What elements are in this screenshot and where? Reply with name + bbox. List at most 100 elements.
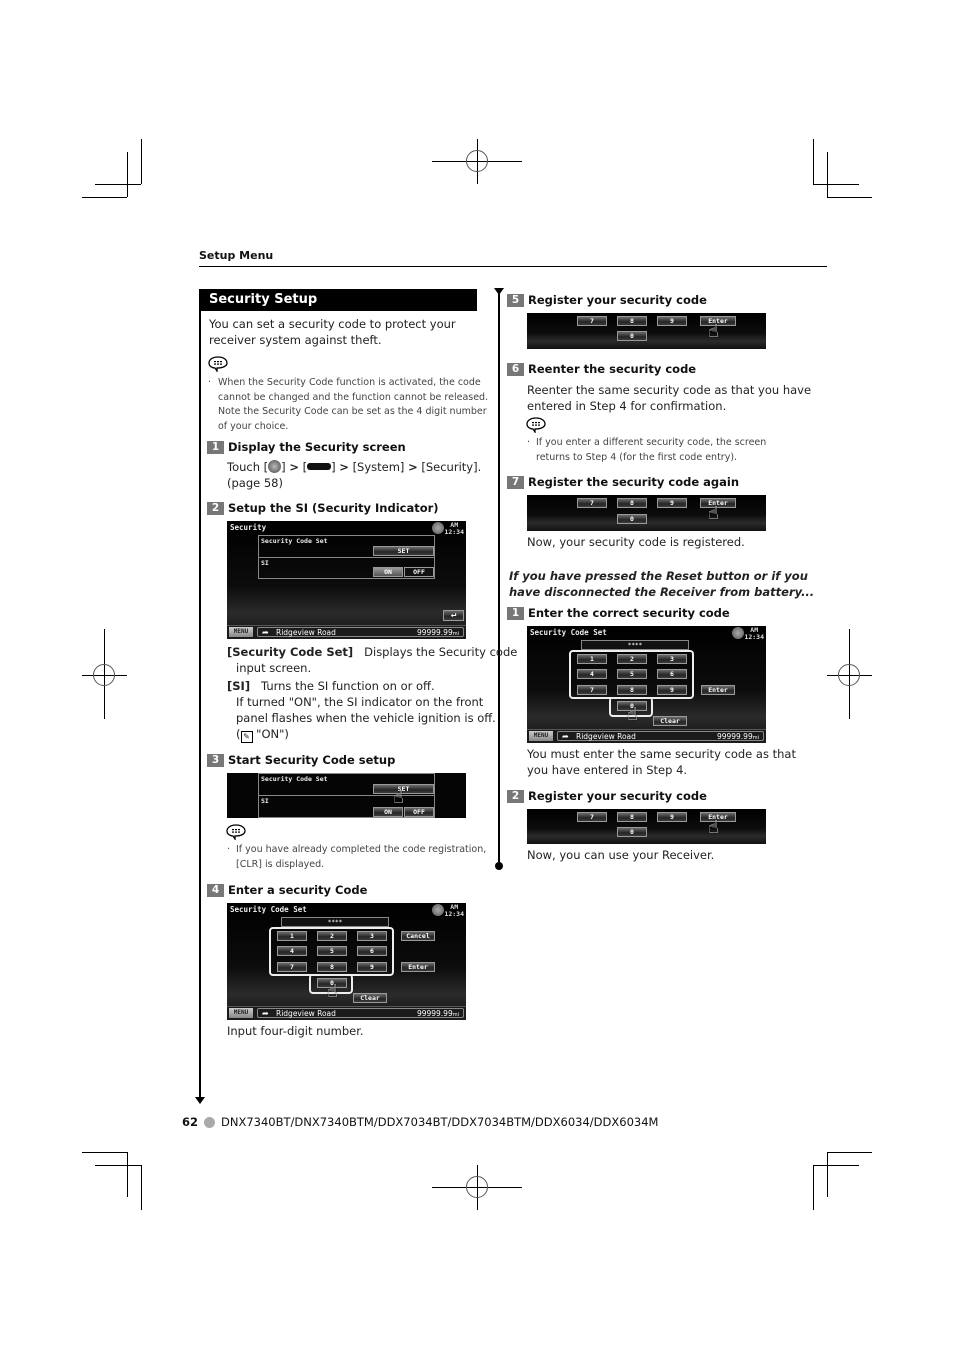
si-on-button[interactable]: ON: [373, 807, 403, 817]
reset-step-1-caption: You must enter the same security code as…: [527, 747, 796, 777]
key-6[interactable]: 6: [657, 669, 687, 679]
key-9[interactable]: 9: [657, 685, 687, 695]
key-9[interactable]: 9: [657, 812, 687, 822]
password-field: ****: [281, 917, 389, 927]
row-label-si: SI: [261, 559, 269, 567]
key-5[interactable]: 5: [617, 669, 647, 679]
key-0[interactable]: 0: [617, 514, 647, 524]
si-off-button[interactable]: OFF: [404, 807, 434, 817]
nav-info[interactable]: ➦ Ridgeview Road 99999.99mi: [257, 1008, 464, 1018]
flow-arrow-right: [494, 288, 504, 295]
status-bar: MENU ➦ Ridgeview Road 99999.99mi: [227, 625, 466, 639]
step-7-caption: Now, your security code is registered.: [527, 535, 745, 549]
step-2-desc: [Security Code Set] Displays the Securit…: [227, 645, 518, 743]
nav-info[interactable]: ➦ Ridgeview Road 99999.99mi: [257, 627, 464, 637]
status-bar: MENU ➦ Ridgeview Road 99999.99mi: [227, 1006, 466, 1020]
chevron-right-icon: >: [289, 460, 299, 474]
enter-button[interactable]: Enter: [401, 962, 435, 972]
menu-button[interactable]: MENU: [229, 1008, 253, 1018]
security-screen-crop: Security Code Set SET SI ON OFF ☝: [227, 773, 466, 818]
password-field: ****: [581, 640, 689, 650]
reset-step-1-heading: 1 Enter the correct security code: [507, 606, 730, 620]
screen-title: Security: [230, 523, 267, 532]
menu-button[interactable]: MENU: [529, 731, 553, 741]
cancel-button[interactable]: Cancel: [401, 931, 435, 941]
key-4[interactable]: 4: [577, 669, 607, 679]
code-set-screen: Security Code Set AM 12:34 **** 1 2 3 4 5…: [527, 626, 766, 743]
si-on-button[interactable]: ON: [373, 567, 403, 577]
key-9[interactable]: 9: [657, 316, 687, 326]
pencil-icon: ✎: [240, 731, 253, 743]
key-2[interactable]: 2: [317, 931, 347, 941]
step-6-heading: 6 Reenter the security code: [507, 362, 696, 376]
security-screen: Security AM 12:34 Security Code Set SET S…: [227, 521, 466, 639]
step-1-heading: 1 Display the Security screen: [207, 440, 406, 454]
back-round-icon[interactable]: [432, 522, 444, 534]
key-8[interactable]: 8: [617, 685, 647, 695]
si-off-button[interactable]: OFF: [404, 567, 434, 577]
key-7[interactable]: 7: [577, 812, 607, 822]
key-4[interactable]: 4: [277, 946, 307, 956]
key-2[interactable]: 2: [617, 654, 647, 664]
screen-title: Security Code Set: [530, 628, 607, 637]
key-7[interactable]: 7: [577, 685, 607, 695]
touch-hand-icon: ☝: [627, 704, 638, 725]
key-9[interactable]: 9: [357, 962, 387, 972]
header-rule: [199, 266, 827, 267]
key-1[interactable]: 1: [577, 654, 607, 664]
key-1[interactable]: 1: [277, 931, 307, 941]
key-0[interactable]: 0: [617, 331, 647, 341]
page-footer: 62 DNX7340BT/DNX7340BTM/DDX7034BT/DDX703…: [182, 1115, 658, 1129]
turn-right-icon: ➦: [262, 1009, 269, 1018]
clear-button[interactable]: Clear: [353, 993, 387, 1003]
menu-button[interactable]: MENU: [229, 627, 253, 637]
set-button[interactable]: SET: [373, 546, 434, 556]
key-8[interactable]: 8: [617, 812, 647, 822]
model-list: DNX7340BT/DNX7340BTM/DDX7034BT/DDX7034BT…: [221, 1115, 659, 1129]
key-0[interactable]: 0: [617, 827, 647, 837]
status-bar: MENU ➦ Ridgeview Road 99999.99mi: [527, 729, 766, 743]
back-round-icon[interactable]: [432, 904, 444, 916]
chevron-right-icon: >: [408, 460, 418, 474]
key-7[interactable]: 7: [577, 316, 607, 326]
setup-wrench-icon: [307, 463, 332, 470]
row-label-security-code-set: Security Code Set: [261, 775, 328, 783]
back-round-icon[interactable]: [732, 627, 744, 639]
reset-step-2-heading: 2 Register your security code: [507, 789, 707, 803]
clear-button[interactable]: Clear: [653, 716, 687, 726]
enter-button[interactable]: Enter: [701, 685, 735, 695]
turn-right-icon: ➦: [562, 732, 569, 741]
step-6-body: Reenter the same security code as that y…: [527, 383, 812, 413]
step-1-body: Touch [] > [] > [System] > [Security]. (…: [227, 460, 482, 490]
touch-hand-icon: ☝: [708, 321, 719, 342]
key-7[interactable]: 7: [577, 498, 607, 508]
return-button[interactable]: ↵: [443, 610, 464, 621]
step-6-note: · If you enter a different security code…: [527, 437, 767, 463]
code-set-screen: Security Code Set AM 12:34 **** 1 2 3 4 5…: [227, 903, 466, 1020]
keypad-crop-screen: 7 8 9 0 Enter ☝: [527, 809, 766, 844]
key-3[interactable]: 3: [657, 654, 687, 664]
flow-arrow-left: [195, 1097, 205, 1104]
key-7[interactable]: 7: [277, 962, 307, 972]
key-5[interactable]: 5: [317, 946, 347, 956]
key-6[interactable]: 6: [357, 946, 387, 956]
nav-info[interactable]: ➦ Ridgeview Road 99999.99mi: [557, 731, 764, 741]
key-8[interactable]: 8: [617, 498, 647, 508]
clock: AM 12:34: [444, 903, 464, 918]
note-icon: [208, 356, 228, 372]
row-label-security-code-set: Security Code Set: [261, 537, 328, 545]
key-8[interactable]: 8: [317, 962, 347, 972]
key-9[interactable]: 9: [657, 498, 687, 508]
touch-hand-icon: ☝: [327, 981, 338, 1002]
note-icon: [526, 417, 546, 433]
screen-title: Security Code Set: [230, 905, 307, 914]
keypad-crop-screen: 7 8 9 0 Enter ☝: [527, 495, 766, 531]
step-7-heading: 7 Register the security code again: [507, 475, 739, 489]
step-5-heading: 5 Register your security code: [507, 293, 707, 307]
home-icon: [268, 460, 282, 473]
key-3[interactable]: 3: [357, 931, 387, 941]
key-8[interactable]: 8: [617, 316, 647, 326]
step-4-caption: Input four-digit number.: [227, 1024, 364, 1038]
touch-hand-icon: ☝: [393, 787, 404, 808]
turn-right-icon: ➦: [262, 628, 269, 637]
